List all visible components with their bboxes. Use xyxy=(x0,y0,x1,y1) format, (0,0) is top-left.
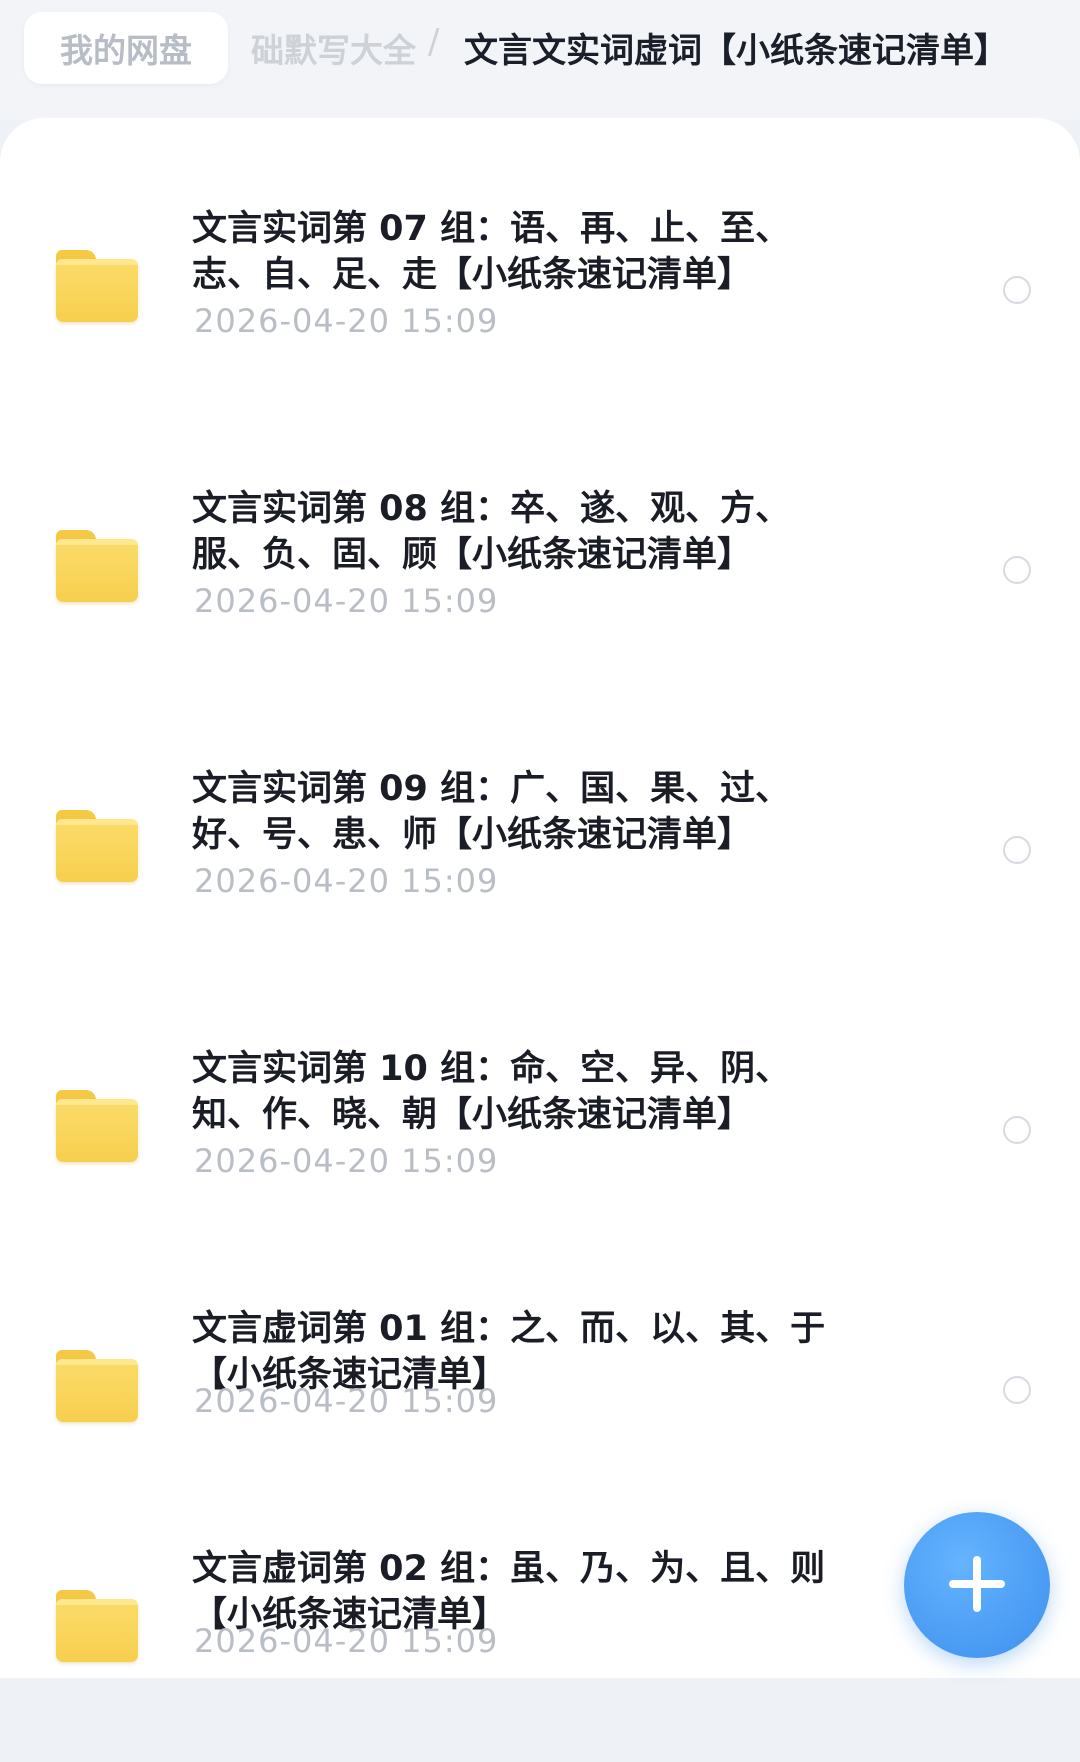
item-title: 文言实词第 10 组：命、空、异、阴、 知、作、晓、朝【小纸条速记清单】 xyxy=(192,1046,882,1138)
select-radio[interactable] xyxy=(1003,1116,1031,1144)
select-radio[interactable] xyxy=(1003,1376,1031,1404)
list-item[interactable]: 文言实词第 10 组：命、空、异、阴、 知、作、晓、朝【小纸条速记清单】 202… xyxy=(0,1002,1080,1262)
item-date: 2026-04-20 15:09 xyxy=(194,582,499,620)
folder-icon xyxy=(56,530,138,602)
breadcrumb-home[interactable]: 我的网盘 xyxy=(24,12,228,84)
item-title-line2: 知、作、晓、朝【小纸条速记清单】 xyxy=(192,1095,753,1135)
folder-icon xyxy=(56,1590,138,1662)
item-title-line2: 服、负、固、顾【小纸条速记清单】 xyxy=(192,535,753,575)
item-date: 2026-04-20 15:09 xyxy=(194,1382,499,1420)
breadcrumb-separator: / xyxy=(428,22,440,62)
item-date: 2026-04-20 15:09 xyxy=(194,1142,499,1180)
item-title: 文言实词第 08 组：卒、遂、观、方、 服、负、固、顾【小纸条速记清单】 xyxy=(192,486,882,578)
item-title-line1: 文言实词第 08 组：卒、遂、观、方、 xyxy=(192,489,791,529)
breadcrumb-current: 文言文实词虚词【小纸条速记清单】 xyxy=(464,31,1008,71)
list-item[interactable]: 文言实词第 09 组：广、国、果、过、 好、号、患、师【小纸条速记清单】 202… xyxy=(0,722,1080,982)
file-list: 文言实词第 07 组：语、再、止、至、 志、自、足、走【小纸条速记清单】 202… xyxy=(0,118,1080,1678)
item-date: 2026-04-20 15:09 xyxy=(194,862,499,900)
item-date: 2026-04-20 15:09 xyxy=(194,302,499,340)
item-title-line2: 好、号、患、师【小纸条速记清单】 xyxy=(192,815,753,855)
item-title: 文言实词第 07 组：语、再、止、至、 志、自、足、走【小纸条速记清单】 xyxy=(192,206,882,298)
item-title-line1: 文言虚词第 01 组：之、而、以、其、于 xyxy=(192,1309,826,1349)
select-radio[interactable] xyxy=(1003,836,1031,864)
item-title-line1: 文言实词第 07 组：语、再、止、至、 xyxy=(192,209,791,249)
breadcrumb-parent[interactable]: 础默写大全 xyxy=(228,24,416,74)
list-item[interactable]: 文言实词第 08 组：卒、遂、观、方、 服、负、固、顾【小纸条速记清单】 202… xyxy=(0,442,1080,702)
select-radio[interactable] xyxy=(1003,556,1031,584)
select-radio[interactable] xyxy=(1003,276,1031,304)
list-item[interactable]: 文言虚词第 01 组：之、而、以、其、于 【小纸条速记清单】 2026-04-2… xyxy=(0,1262,1080,1522)
folder-icon xyxy=(56,1090,138,1162)
folder-icon xyxy=(56,1350,138,1422)
item-title: 文言实词第 09 组：广、国、果、过、 好、号、患、师【小纸条速记清单】 xyxy=(192,766,882,858)
add-button[interactable] xyxy=(904,1512,1050,1658)
breadcrumb: 我的网盘 础默写大全 / 文言文实词虚词【小纸条速记清单】 xyxy=(0,0,1080,120)
item-date: 2026-04-20 15:09 xyxy=(194,1622,499,1660)
folder-icon xyxy=(56,810,138,882)
item-title-line1: 文言虚词第 02 组：虽、乃、为、且、则 xyxy=(192,1549,826,1589)
item-title-line1: 文言实词第 09 组：广、国、果、过、 xyxy=(192,769,791,809)
folder-icon xyxy=(56,250,138,322)
item-title-line2: 志、自、足、走【小纸条速记清单】 xyxy=(192,255,753,295)
list-item[interactable]: 文言实词第 07 组：语、再、止、至、 志、自、足、走【小纸条速记清单】 202… xyxy=(0,162,1080,422)
item-title-line1: 文言实词第 10 组：命、空、异、阴、 xyxy=(192,1049,791,1089)
